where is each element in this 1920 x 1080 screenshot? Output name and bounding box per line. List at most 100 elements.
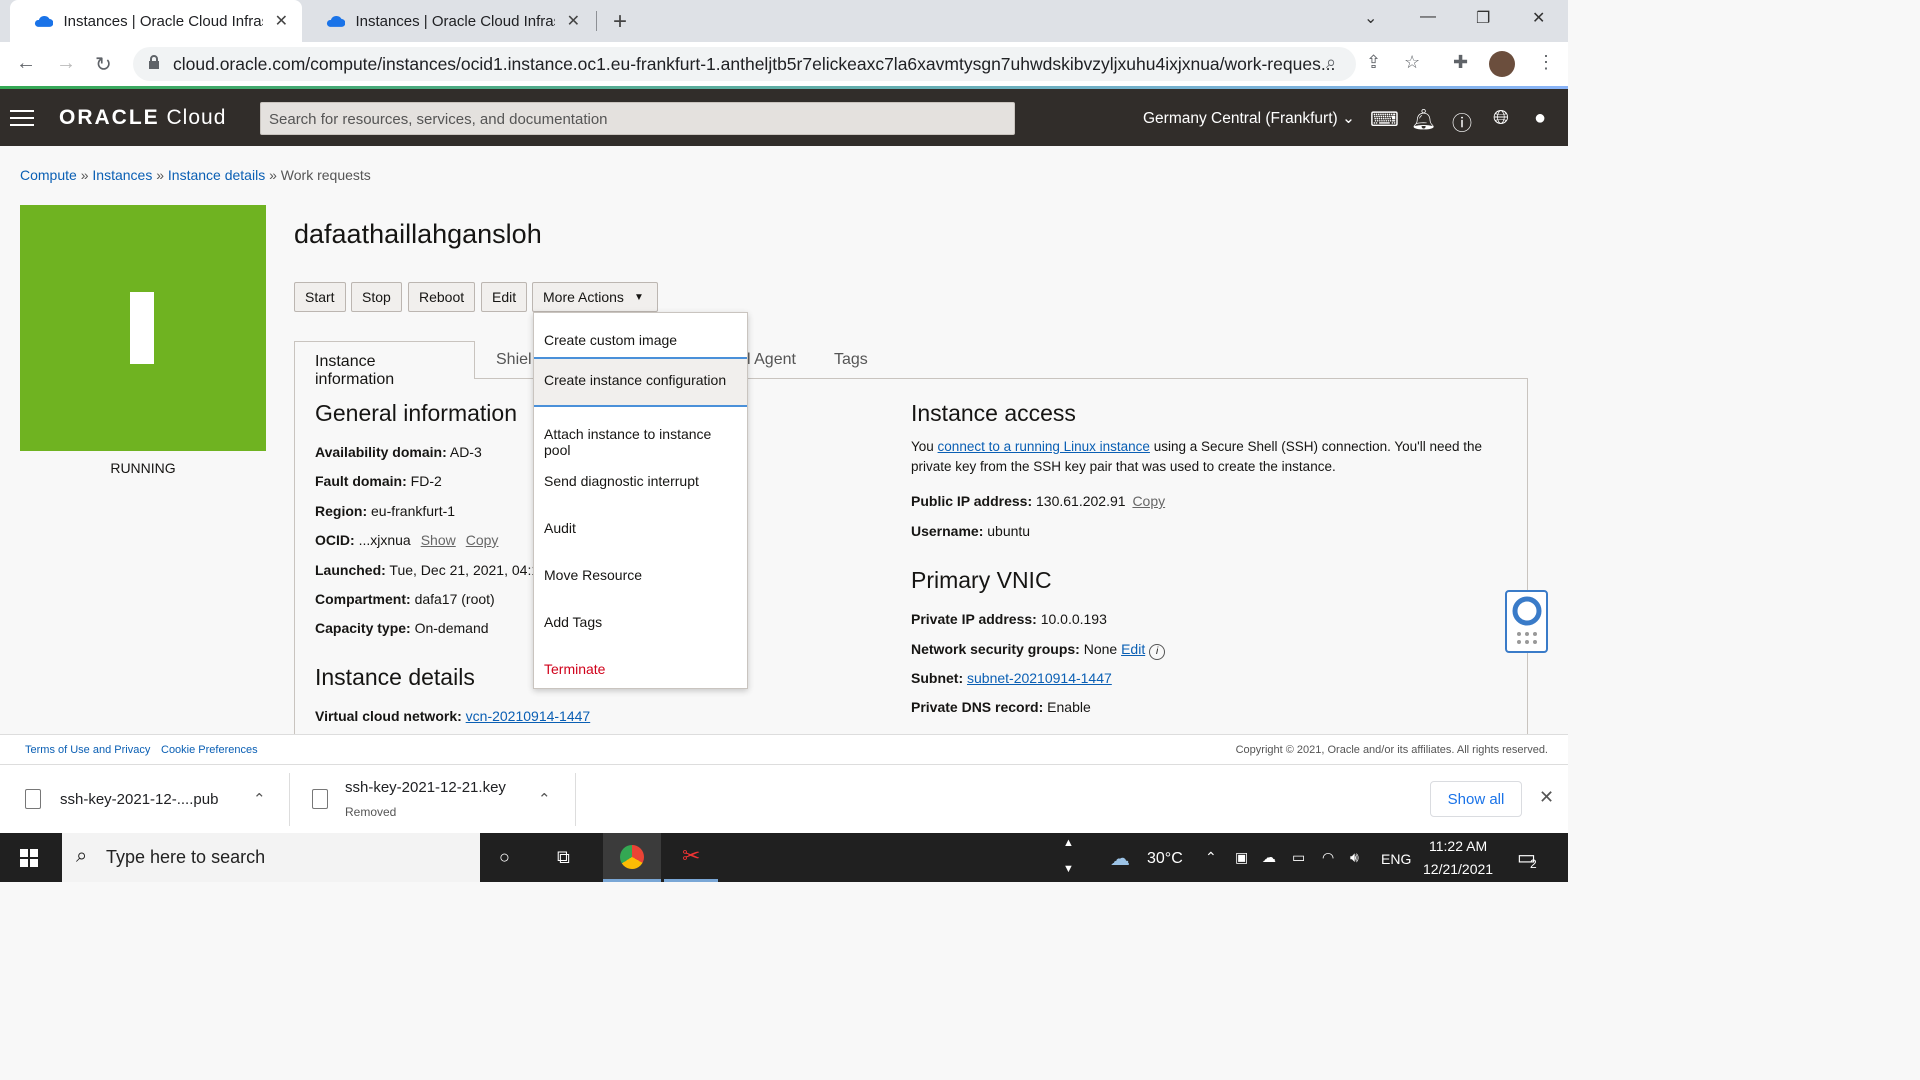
file-icon <box>25 789 41 809</box>
download-menu-icon[interactable]: ⌃ <box>253 790 266 808</box>
breadcrumb-instances[interactable]: Instances <box>92 167 152 183</box>
reload-icon[interactable]: ↻ <box>95 52 112 77</box>
new-tab-icon[interactable]: + <box>613 8 627 36</box>
connect-linux-link[interactable]: connect to a running Linux instance <box>938 439 1150 454</box>
tab-shielded-instance[interactable]: Shiel <box>496 351 532 369</box>
close-window-icon[interactable]: ✕ <box>1532 8 1545 28</box>
download-item-2[interactable]: ssh-key-2021-12-21.key <box>345 779 506 796</box>
battery-icon[interactable]: ▭ <box>1292 849 1305 866</box>
menu-add-tags[interactable]: Add Tags <box>534 599 747 639</box>
global-search-input[interactable]: Search for resources, services, and docu… <box>260 102 1015 135</box>
clock-time[interactable]: 11:22 AM <box>1429 838 1487 854</box>
more-actions-button[interactable]: More Actions ▼ <box>532 282 658 312</box>
tab-oracle-cloud-agent[interactable]: l Agent <box>747 351 796 369</box>
download-menu-icon[interactable]: ⌃ <box>538 790 551 808</box>
info-icon[interactable]: i <box>1149 644 1166 660</box>
meet-now-icon[interactable]: ▣ <box>1235 849 1248 866</box>
language-indicator[interactable]: ENG <box>1381 851 1411 867</box>
public-ip-copy-link[interactable]: Copy <box>1132 493 1165 509</box>
vcn-link[interactable]: vcn-20210914-1447 <box>466 708 591 724</box>
nsg-edit-link[interactable]: Edit <box>1121 641 1145 657</box>
share-icon[interactable]: ⇪ <box>1366 52 1381 73</box>
subnet: Subnet: subnet-20210914-1447 <box>911 670 1112 686</box>
tab-search-icon[interactable]: ⌄ <box>1364 8 1377 28</box>
menu-terminate[interactable]: Terminate <box>534 646 747 686</box>
download-item-1[interactable]: ssh-key-2021-12-....pub <box>60 791 218 808</box>
menu-audit[interactable]: Audit <box>534 505 747 545</box>
lock-icon[interactable] <box>148 55 160 70</box>
browser-tab[interactable]: Instances | Oracle Cloud Infrastructure … <box>302 0 594 42</box>
temperature[interactable]: 30°C <box>1147 850 1183 868</box>
tab-tags[interactable]: Tags <box>834 351 868 369</box>
chrome-taskbar-button[interactable] <box>603 833 661 882</box>
subnet-link[interactable]: subnet-20210914-1447 <box>967 670 1112 686</box>
tab-title: Instances | Oracle Cloud Infrastructure <box>355 12 554 30</box>
cloud-shell-icon[interactable]: ⌨ <box>1370 107 1399 132</box>
close-tab-icon[interactable]: ✕ <box>275 11 288 31</box>
breadcrumb-compute[interactable]: Compute <box>20 167 77 183</box>
breadcrumb-current: Work requests <box>280 167 371 183</box>
snipping-tool-taskbar-button[interactable]: ✂ <box>664 833 718 882</box>
reboot-button[interactable]: Reboot <box>408 282 476 312</box>
tab-instance-information[interactable]: Instance information <box>294 341 475 388</box>
menu-create-custom-image[interactable]: Create custom image <box>534 317 747 357</box>
minimize-icon[interactable]: — <box>1420 8 1436 26</box>
weather-cloud-icon[interactable]: ☁ <box>1110 846 1130 871</box>
menu-move-resource[interactable]: Move Resource <box>534 552 747 592</box>
instance-letter-icon <box>130 292 154 364</box>
profile-avatar[interactable] <box>1489 51 1515 77</box>
start-button[interactable]: Start <box>294 282 346 312</box>
menu-send-diagnostic-interrupt[interactable]: Send diagnostic interrupt <box>534 458 747 498</box>
browser-tab[interactable]: Instances | Oracle Cloud Infrastructure … <box>10 0 302 42</box>
ocid-show-link[interactable]: Show <box>421 532 456 548</box>
instance-status-tile <box>20 205 266 451</box>
close-downloads-icon[interactable]: ✕ <box>1539 787 1554 808</box>
profile-icon[interactable]: ● <box>1534 107 1546 130</box>
wifi-icon[interactable]: ◠ <box>1322 849 1334 866</box>
clock-date[interactable]: 12/21/2021 <box>1423 861 1493 877</box>
lifebuoy-icon <box>1512 596 1542 644</box>
public-ip-address: Public IP address: 130.61.202.91 Copy <box>911 493 1166 509</box>
cookie-preferences-link[interactable]: Cookie Preferences <box>161 744 258 756</box>
private-ip-address: Private IP address: 10.0.0.193 <box>911 611 1107 627</box>
language-globe-icon[interactable]: 🌐︎ <box>1493 107 1509 130</box>
region-selector[interactable]: Germany Central (Frankfurt) ⌄ <box>1143 109 1355 128</box>
oci-header: ORACLE Cloud Search for resources, servi… <box>0 89 1568 146</box>
back-icon[interactable]: ← <box>16 52 36 75</box>
task-view-icon[interactable]: ⧉ <box>557 847 570 868</box>
chrome-menu-icon[interactable]: ⋮ <box>1537 52 1555 73</box>
terms-link[interactable]: Terms of Use and Privacy <box>25 744 150 756</box>
notifications-bell-icon[interactable]: 🔔︎ <box>1411 107 1436 132</box>
stop-button[interactable]: Stop <box>351 282 402 312</box>
breadcrumb-instance-details[interactable]: Instance details <box>168 167 265 183</box>
bookmark-star-icon[interactable]: ☆ <box>1404 52 1420 73</box>
private-dns-record: Private DNS record: Enable <box>911 699 1091 715</box>
access-description: You connect to a running Linux instance … <box>911 439 1483 454</box>
show-all-downloads-button[interactable]: Show all <box>1430 781 1522 817</box>
cloud-icon <box>34 15 54 27</box>
edit-button[interactable]: Edit <box>481 282 528 312</box>
forward-icon[interactable]: → <box>56 52 76 75</box>
restore-icon[interactable]: ❐ <box>1476 8 1490 28</box>
menu-attach-instance-pool[interactable]: Attach instance to instance pool <box>534 411 747 458</box>
instance-access-heading: Instance access <box>911 400 1076 426</box>
virtual-cloud-network: Virtual cloud network: vcn-20210914-1447 <box>315 708 591 724</box>
windows-start-icon[interactable] <box>20 849 38 867</box>
help-widget[interactable] <box>1505 590 1548 653</box>
zoom-icon[interactable]: ⌕ <box>1326 52 1336 73</box>
taskbar-search-input[interactable]: ⌕ Type here to search <box>62 833 480 882</box>
url-bar[interactable]: cloud.oracle.com/compute/instances/ocid1… <box>133 47 1356 81</box>
oracle-cloud-logo[interactable]: ORACLE Cloud <box>59 106 226 130</box>
help-icon[interactable]: ⓘ <box>1452 107 1472 136</box>
volume-icon[interactable]: 🔊︎ <box>1350 849 1359 866</box>
onedrive-icon[interactable]: ☁ <box>1262 849 1276 866</box>
show-hidden-icons[interactable]: ⌃ <box>1205 849 1217 866</box>
scroll-up-icon[interactable]: ▲ <box>1063 837 1074 849</box>
ocid-copy-link[interactable]: Copy <box>466 532 499 548</box>
close-tab-icon[interactable]: ✕ <box>567 11 580 31</box>
hamburger-menu-icon[interactable] <box>10 110 34 131</box>
extensions-icon[interactable]: ✚ <box>1453 52 1468 73</box>
cortana-icon[interactable]: ○ <box>499 847 510 868</box>
scroll-down-icon[interactable]: ▼ <box>1063 863 1074 875</box>
menu-create-instance-configuration[interactable]: Create instance configuration <box>534 357 747 407</box>
